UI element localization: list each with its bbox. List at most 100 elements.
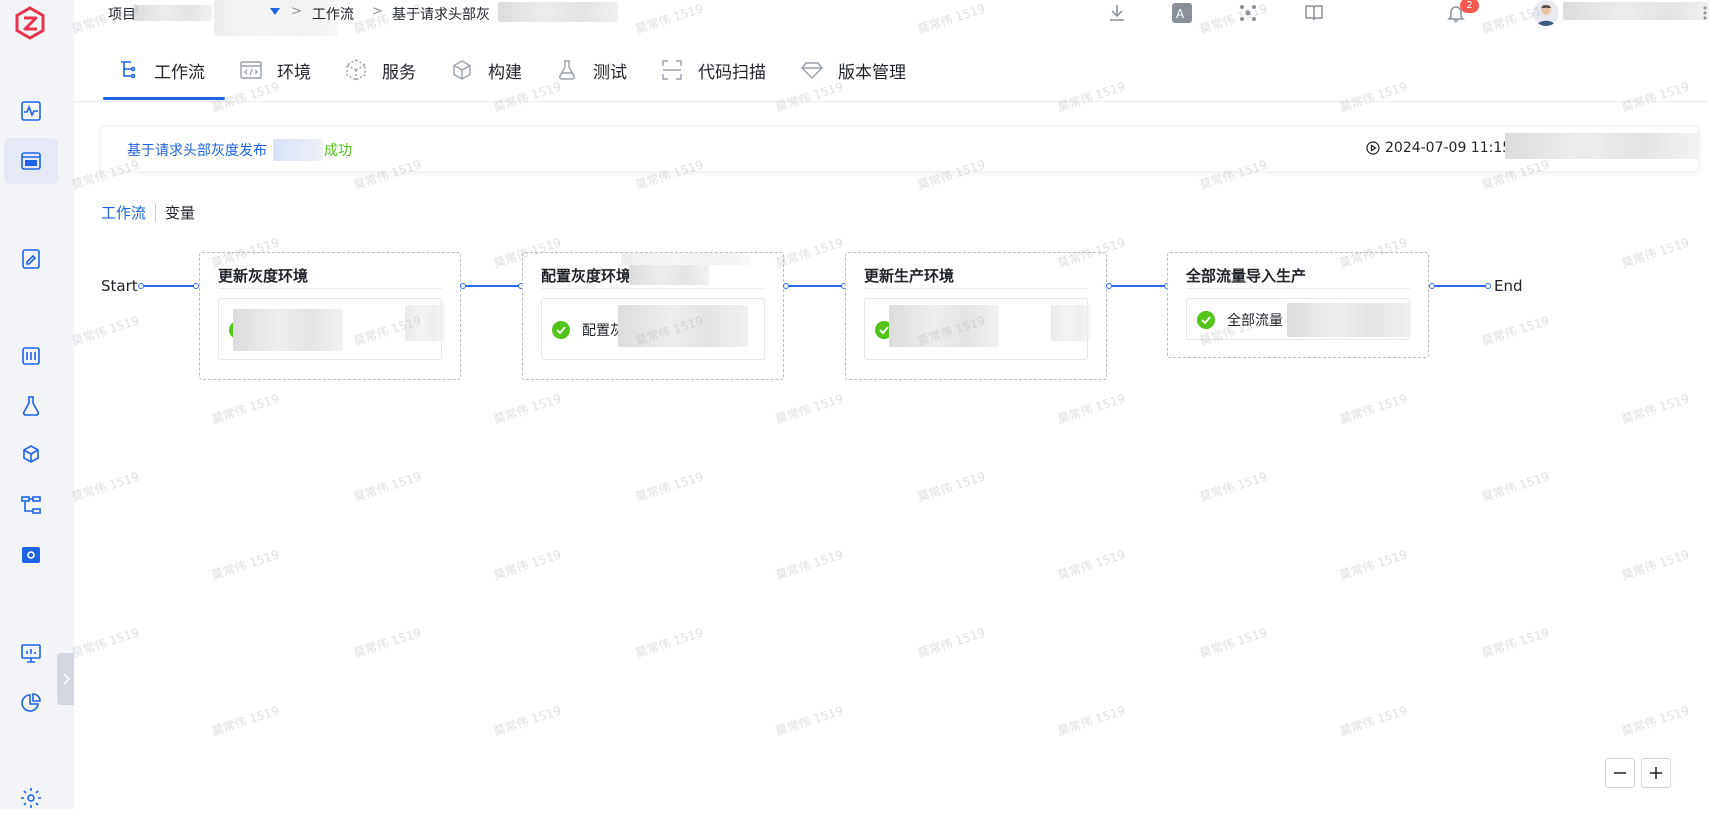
subtab-divider [155,203,157,221]
breadcrumb-separator: > [372,4,383,19]
user-avatar[interactable] [1533,0,1559,26]
subtab-variables[interactable]: 变量 [165,202,195,223]
watermark-text: 莫常伟 1519 [491,391,563,427]
sidebar-item-projects[interactable] [4,138,58,184]
diamond-icon [801,62,823,79]
watermark-text: 莫常伟 1519 [1479,469,1551,505]
tab-test[interactable]: 测试 [555,52,627,88]
watermark-text: 莫常伟 1519 [1055,547,1127,583]
flask-icon [22,396,40,416]
watermark-text: 莫常伟 1519 [1619,235,1691,271]
watermark-text: 莫常伟 1519 [915,625,987,661]
tab-workflow[interactable]: 工作流 [116,52,205,88]
stage-title: 配置灰度环境 [541,267,632,285]
job-card[interactable]: 全部流量 [1186,298,1411,340]
book-icon [1305,5,1323,21]
caret-down-icon[interactable] [270,8,280,16]
sidebar-item-release[interactable] [4,236,58,282]
zoom-out-button[interactable] [1605,758,1635,788]
more-vertical-icon[interactable] [1703,6,1707,20]
breadcrumb-workflow[interactable]: 工作流 [312,4,354,24]
watermark-text: 莫常伟 1519 [1055,703,1127,739]
workflow-name[interactable]: 基于请求头部灰度发布 [127,140,267,160]
breadcrumb-project[interactable]: 项目 [108,4,136,24]
stage-card[interactable]: 更新灰度环境 [199,252,461,380]
watermark-text: 莫常伟 1519 [633,469,705,505]
top-bar: 项目 > 工作流 > 基于请求头部灰 A 2 [74,0,1709,36]
settings-box-icon [22,547,40,563]
sidebar-item-builds[interactable] [4,333,58,379]
plugins-button[interactable] [1237,2,1259,24]
watermark-text: 莫常伟 1519 [773,703,845,739]
redacted-job-name [233,309,343,351]
connector-dot [1106,283,1112,289]
redacted-project-name [134,5,212,21]
stage-divider [864,288,1088,289]
tab-label: 代码扫描 [698,62,766,83]
zadig-logo-icon[interactable] [13,6,47,40]
sidebar-item-dashboard[interactable] [4,630,58,676]
gear-icon [21,788,41,808]
translate-icon: A [1172,3,1192,23]
sidebar-item-settings-box[interactable] [4,532,58,578]
stage-card[interactable]: 全部流量导入生产 全部流量 [1167,252,1429,358]
stage-card[interactable]: 更新生产环境 [845,252,1107,380]
stage-card[interactable]: 配置灰度环境 配置灰 [522,252,784,380]
watermark-text: 莫常伟 1519 [209,547,281,583]
redacted-job-status [1051,305,1091,341]
sidebar-item-artifacts[interactable] [4,432,58,478]
redacted-stage-title [629,265,709,285]
success-check-icon [552,321,570,339]
redacted-duration [1505,133,1699,159]
tab-build[interactable]: 构建 [450,52,522,88]
project-board-icon [21,152,41,170]
minus-icon [1614,772,1626,774]
workflow-start-time: 2024-07-09 11:15 [1366,140,1511,156]
docs-button[interactable] [1303,2,1325,24]
job-name: 全部流量 [1227,313,1283,329]
watermark-text: 莫常伟 1519 [1197,625,1269,661]
sidebar-item-insights[interactable] [4,680,58,726]
flask-icon [559,60,575,80]
breadcrumb-current: 基于请求头部灰 [392,7,490,23]
flow-connector [1431,285,1489,287]
redacted-workflow-name [498,2,618,22]
stage-divider [218,288,442,289]
watermark-text: 莫常伟 1519 [1337,391,1409,427]
tab-environment[interactable]: 环境 [239,52,311,88]
job-card[interactable] [218,298,445,360]
watermark-text: 莫常伟 1519 [351,469,423,505]
stage-title: 更新生产环境 [864,267,955,285]
tab-label: 测试 [593,62,627,83]
download-button[interactable] [1106,2,1128,24]
scan-icon [662,60,682,80]
tab-version-management[interactable]: 版本管理 [800,52,906,88]
package-icon [23,445,39,463]
watermark-text: 莫常伟 1519 [773,391,845,427]
watermark-text: 莫常伟 1519 [1055,391,1127,427]
sidebar-collapse-handle[interactable] [57,653,74,705]
job-card[interactable] [864,298,1091,360]
redacted-workflow-name [273,139,323,161]
tab-code-scan[interactable]: 代码扫描 [660,52,766,88]
connector-dot [138,283,144,289]
sidebar-item-system-settings[interactable] [4,775,58,821]
svg-text:A: A [1176,7,1185,21]
zoom-in-button[interactable] [1641,758,1671,788]
language-button[interactable]: A [1171,2,1193,24]
sidebar-item-resources[interactable] [4,482,58,528]
pulse-icon [21,101,41,121]
redacted-job-name [1287,303,1411,337]
subtab-workflow[interactable]: 工作流 [101,202,146,223]
tab-service[interactable]: 服务 [344,52,416,88]
sidebar-item-monitor[interactable] [4,88,58,134]
watermark-text: 莫常伟 1519 [1619,703,1691,739]
sidebar-item-tests[interactable] [4,383,58,429]
success-check-icon [1197,311,1215,329]
hexagon-icon [453,60,471,80]
watermark-text: 莫常伟 1519 [209,391,281,427]
watermark-text: 莫常伟 1519 [351,625,423,661]
avatar-icon [1537,5,1555,26]
job-card[interactable]: 配置灰 [541,298,765,360]
detail-subtabs: 工作流 变量 [101,201,195,223]
